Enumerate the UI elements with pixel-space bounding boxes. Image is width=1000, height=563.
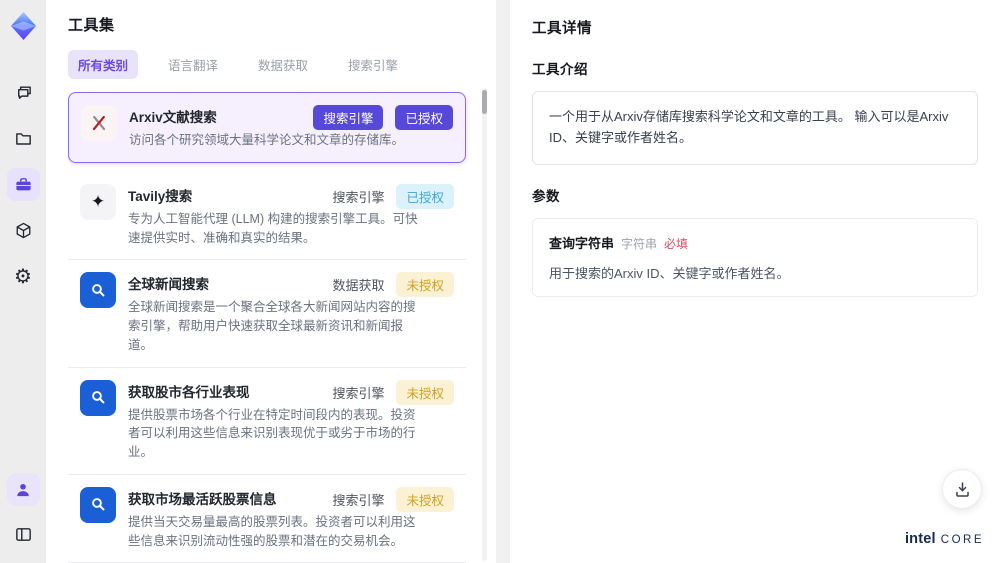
diamond-logo-icon <box>10 12 36 40</box>
page-title: 工具集 <box>68 17 115 34</box>
briefcase-icon <box>15 178 31 191</box>
parameter-description: 用于搜索的Arxiv ID、关键字或作者姓名。 <box>549 265 790 281</box>
tab-language-translation[interactable]: 语言翻译 <box>158 50 228 79</box>
gear-icon: ⚙ <box>14 265 32 288</box>
sidebar-bottom <box>6 473 40 551</box>
required-badge: 必填 <box>664 236 689 251</box>
tool-description: 提供股票市场各个行业在特定时间段内的表现。投资者可以利用这些信息来识别表现优于或… <box>128 407 416 460</box>
panel-divider <box>496 0 510 563</box>
sidebar-item-files[interactable] <box>7 122 40 155</box>
sidebar-item-account[interactable] <box>6 473 40 506</box>
star-glyph: ✦ <box>90 191 106 211</box>
arxiv-logo-icon <box>81 105 117 141</box>
panel-layout-icon <box>15 528 31 541</box>
sidebar-rail: ⚙ <box>0 0 46 563</box>
auth-status-badge: 已授权 <box>396 183 454 209</box>
auth-status-badge: 未授权 <box>396 486 454 512</box>
parameter-name: 查询字符串 <box>549 235 615 251</box>
tool-description: 访问各个研究领域大量科学论文和文章的存储库。 <box>129 133 405 147</box>
category-label: 搜索引擎 <box>332 189 385 205</box>
intel-core-logo: intel CORE <box>905 531 984 547</box>
category-label: 数据获取 <box>332 278 385 294</box>
sidebar-item-tools[interactable] <box>6 168 40 201</box>
tool-description: 提供当天交易量最高的股票列表。投资者可以利用这些信息来识别流动性强的股票和潜在的… <box>128 514 416 548</box>
chat-icon <box>17 86 31 99</box>
tool-detail-panel: 工具详情 工具介绍 一个用于从Arxiv存储库搜索科学论文和文章的工具。 输入可… <box>510 0 1000 563</box>
params-heading: 参数 <box>532 188 560 204</box>
tab-data-fetch[interactable]: 数据获取 <box>248 50 318 79</box>
detail-title: 工具详情 <box>532 21 592 37</box>
category-tabs: 所有类别 语言翻译 数据获取 搜索引擎 <box>68 50 480 79</box>
blue-search-app-icon <box>80 272 116 309</box>
category-label: 搜索引擎 <box>332 385 385 401</box>
tool-card-global-news[interactable]: 全球新闻搜索 全球新闻搜索是一个聚合全球各大新闻网站内容的搜索引擎，帮助用户快速… <box>68 260 466 368</box>
category-badge: 搜索引擎 <box>313 105 384 130</box>
tool-badges: 搜索引擎 未授权 <box>332 379 454 405</box>
tool-list-panel: 工具集 所有类别 语言翻译 数据获取 搜索引擎 Arxiv文献搜索 访问各个研究… <box>46 0 496 563</box>
user-icon <box>17 483 29 496</box>
auth-status-badge: 未授权 <box>396 272 454 298</box>
category-label: 搜索引擎 <box>332 492 385 508</box>
tool-intro-box: 一个用于从Arxiv存储库搜索科学论文和文章的工具。 输入可以是Arxiv ID… <box>532 91 978 165</box>
tool-description: 全球新闻搜索是一个聚合全球各大新闻网站内容的搜索引擎，帮助用户快速获取全球最新资… <box>128 300 416 352</box>
sidebar-nav: ⚙ <box>6 76 40 293</box>
parameter-card: 查询字符串 字符串 必填 用于搜索的Arxiv ID、关键字或作者姓名。 <box>532 217 978 297</box>
tool-card-most-active-stocks[interactable]: 获取市场最活跃股票信息 提供当天交易量最高的股票列表。投资者可以利用这些信息来识… <box>68 475 466 563</box>
tool-badges: 数据获取 未授权 <box>332 272 454 298</box>
tool-badges: 搜索引擎 已授权 <box>332 183 454 209</box>
intel-wordmark: intel <box>904 531 936 547</box>
intro-heading: 工具介绍 <box>532 62 588 77</box>
parameter-type: 字符串 <box>621 236 658 251</box>
tool-list: Arxiv文献搜索 访问各个研究领域大量科学论文和文章的存储库。 搜索引擎 已授… <box>68 92 480 563</box>
scrollbar-thumb[interactable] <box>482 90 487 114</box>
tab-search-engine[interactable]: 搜索引擎 <box>338 50 408 79</box>
blue-search-app-icon <box>80 486 116 523</box>
download-icon <box>955 481 969 497</box>
sidebar-item-chat[interactable] <box>7 76 40 109</box>
sidebar-item-settings[interactable]: ⚙ <box>7 260 40 293</box>
sidebar-item-models[interactable] <box>7 214 40 247</box>
tool-card-sector-performance[interactable]: 获取股市各行业表现 提供股票市场各个行业在特定时间段内的表现。投资者可以利用这些… <box>68 368 466 475</box>
tool-badges: 搜索引擎 已授权 <box>313 105 453 130</box>
app-logo <box>8 10 38 42</box>
core-wordmark: CORE <box>940 534 984 546</box>
auth-status-badge: 未授权 <box>396 379 454 405</box>
folder-icon <box>15 133 31 145</box>
tool-badges: 搜索引擎 未授权 <box>332 486 454 512</box>
blue-search-app-icon <box>80 379 116 416</box>
tool-description: 专为人工智能代理 (LLM) 构建的搜索引擎工具。可快速提供实时、准确和真实的结… <box>128 211 418 245</box>
parameter-header: 查询字符串 字符串 必填 <box>549 233 961 252</box>
download-button[interactable] <box>942 469 982 509</box>
sidebar-item-collapse[interactable] <box>7 518 40 551</box>
tool-card-arxiv[interactable]: Arxiv文献搜索 访问各个研究领域大量科学论文和文章的存储库。 搜索引擎 已授… <box>68 92 466 163</box>
tab-all-categories[interactable]: 所有类别 <box>68 50 139 79</box>
auth-status-badge: 已授权 <box>395 105 453 130</box>
tool-card-tavily[interactable]: ✦ Tavily搜索 专为人工智能代理 (LLM) 构建的搜索引擎工具。可快速提… <box>68 172 466 261</box>
tavily-star-icon: ✦ <box>80 183 116 220</box>
scrollbar-track[interactable] <box>482 88 487 561</box>
cube-icon <box>16 222 30 239</box>
